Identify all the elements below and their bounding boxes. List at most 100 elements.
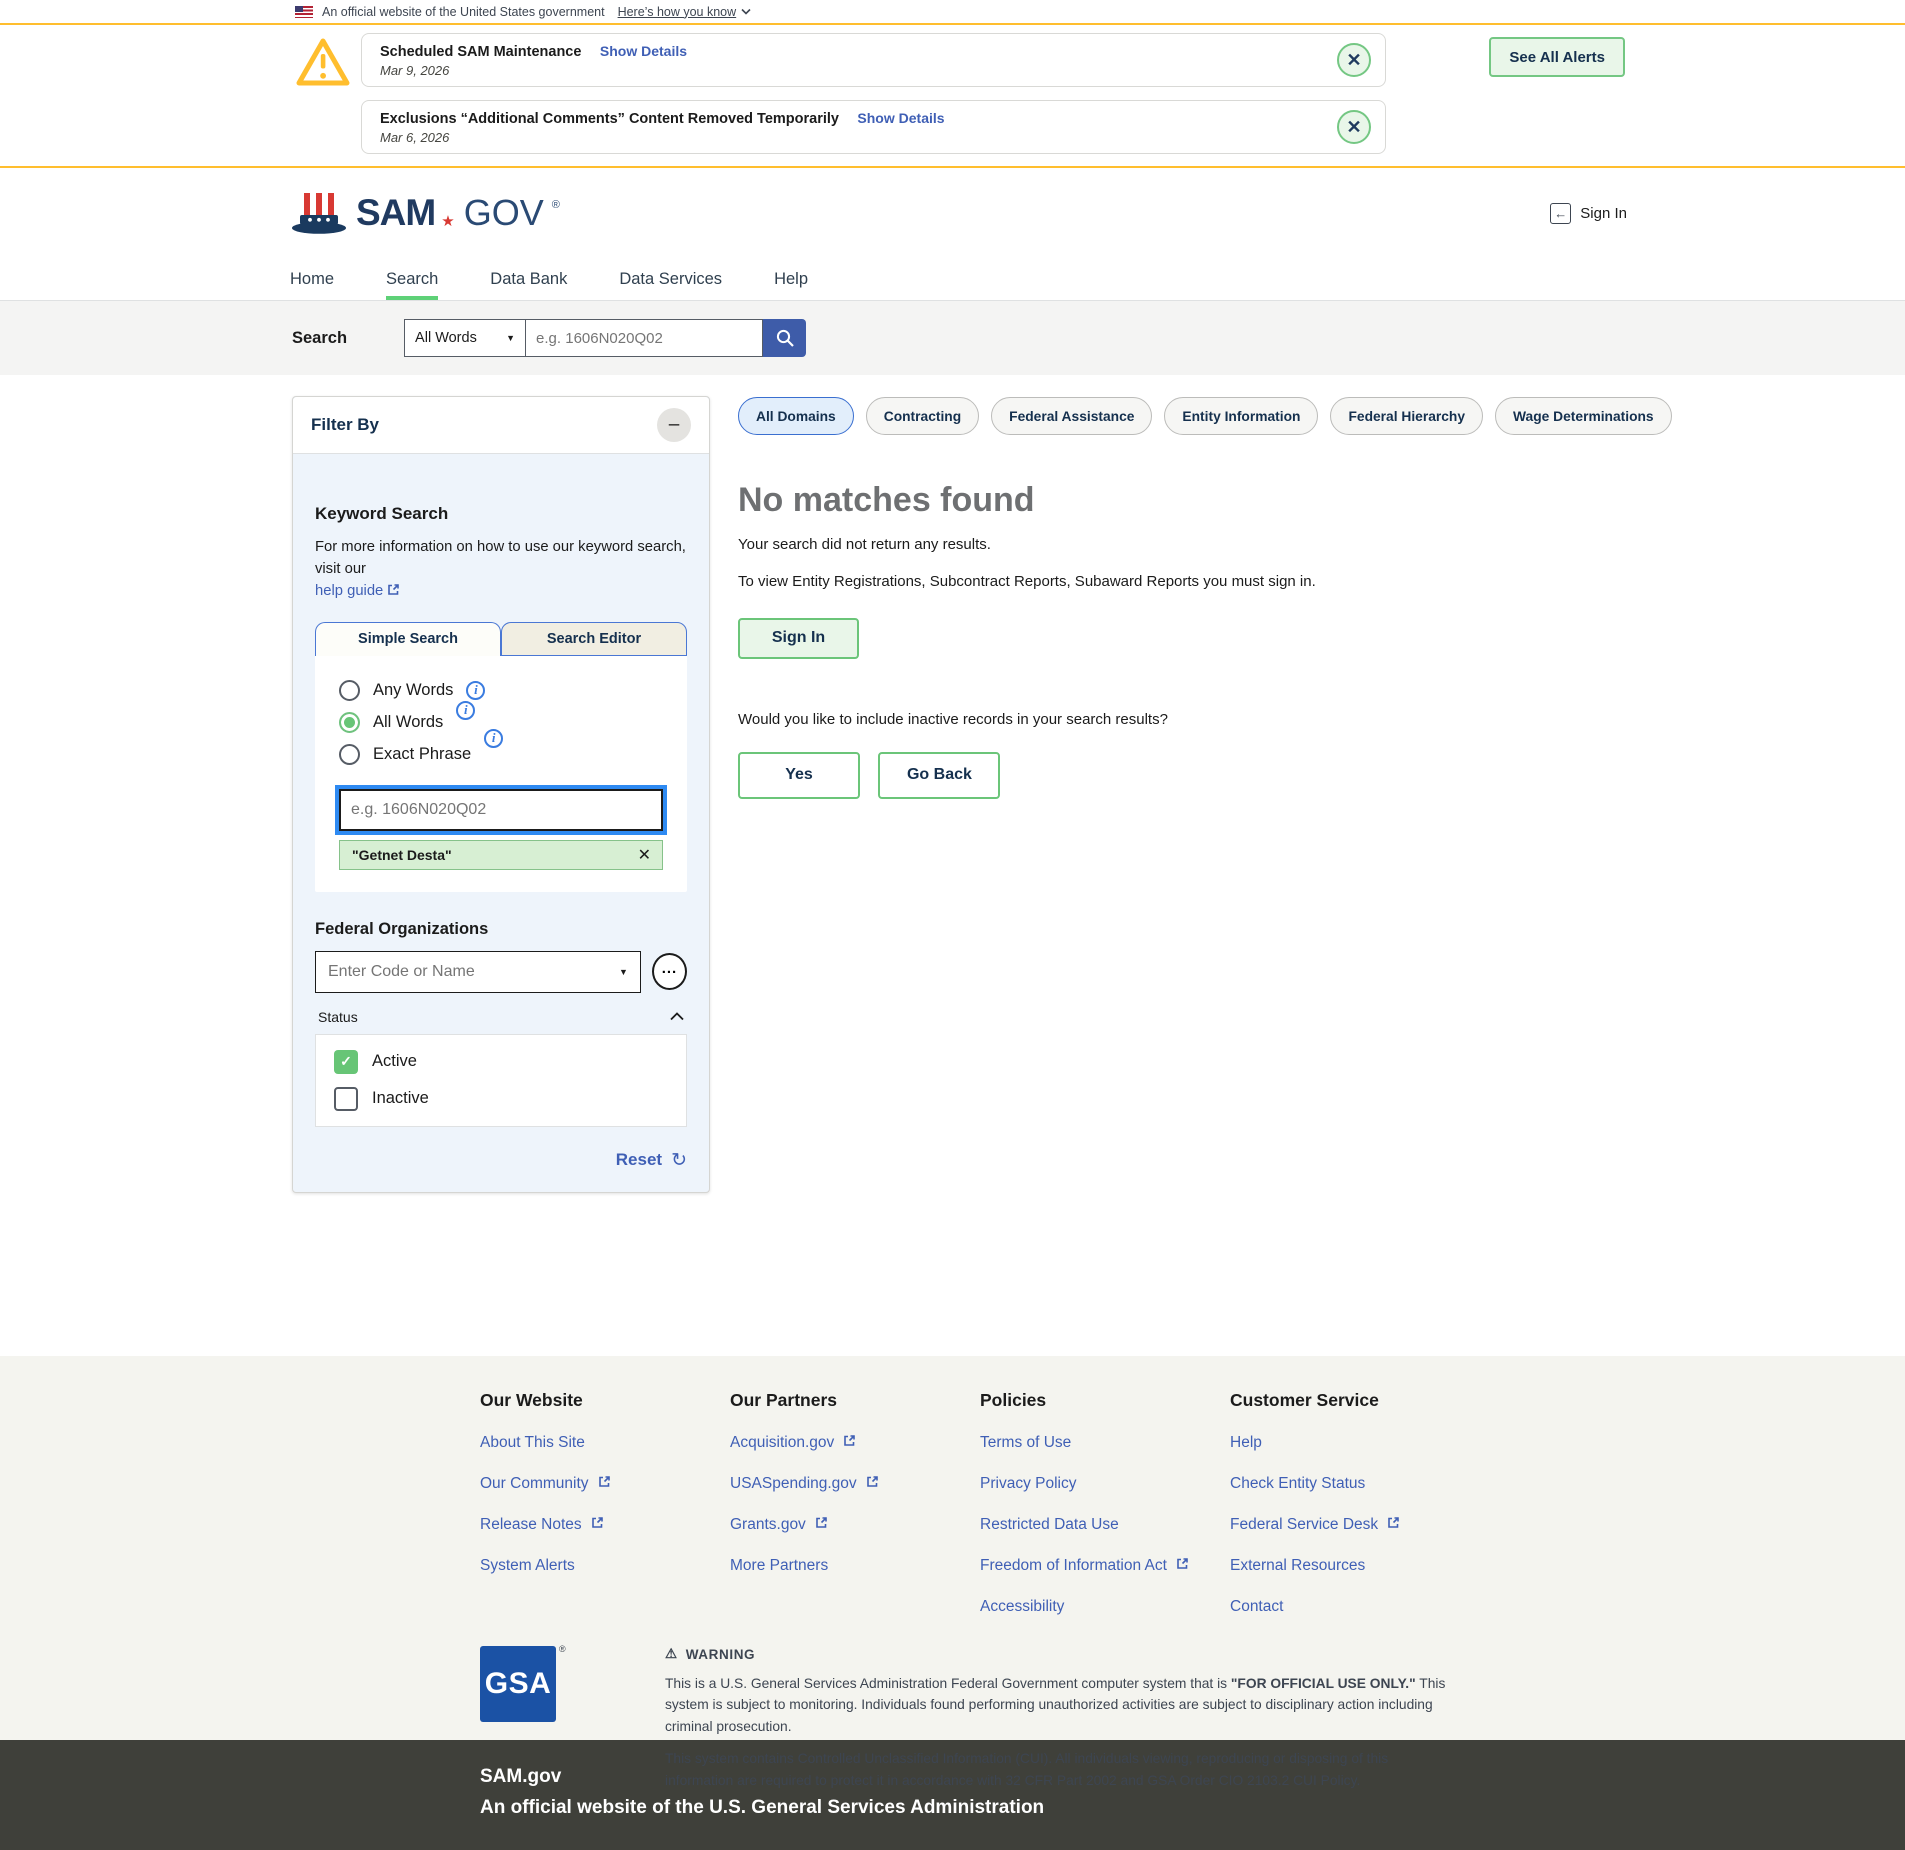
nav-item-data-services[interactable]: Data Services	[619, 258, 722, 300]
show-details-link[interactable]: Show Details	[857, 110, 944, 126]
go-back-button[interactable]: Go Back	[878, 752, 1000, 799]
alert-date: Mar 9, 2026	[380, 63, 1321, 78]
nav-item-help[interactable]: Help	[774, 258, 808, 300]
status-section-toggle[interactable]: Status	[318, 1009, 684, 1025]
search-submit-button[interactable]	[763, 319, 806, 357]
see-all-alerts-button[interactable]: See All Alerts	[1489, 37, 1625, 77]
footer-link-label: More Partners	[730, 1557, 828, 1575]
gov-banner-text: An official website of the United States…	[322, 5, 605, 19]
federal-orgs-more-button[interactable]: ...	[652, 953, 687, 990]
footer-link-accessibility[interactable]: Accessibility	[980, 1598, 1064, 1616]
info-icon[interactable]: i	[456, 701, 475, 720]
pill-federal-assistance[interactable]: Federal Assistance	[991, 397, 1152, 435]
pill-entity-information[interactable]: Entity Information	[1164, 397, 1318, 435]
main-nav: Home Search Data Bank Data Services Help	[0, 258, 1905, 301]
select-arrow-icon: ▼	[506, 333, 515, 343]
alert-close-button[interactable]: ✕	[1337, 43, 1371, 77]
info-icon[interactable]: i	[484, 729, 503, 748]
radio-exact-phrase[interactable]	[339, 744, 360, 765]
collapse-filters-button[interactable]: –	[657, 408, 691, 442]
footer-link-grants-gov[interactable]: Grants.gov	[730, 1516, 828, 1534]
footer-link-contact[interactable]: Contact	[1230, 1598, 1283, 1616]
footer-link-label: Check Entity Status	[1230, 1475, 1365, 1493]
heres-how-you-know-link[interactable]: Here’s how you know	[618, 5, 752, 19]
help-guide-link[interactable]: help guide	[315, 583, 400, 599]
footer-link-usaspending-gov[interactable]: USASpending.gov	[730, 1475, 879, 1493]
footer-heading: Our Website	[480, 1390, 730, 1411]
alert-list: Scheduled SAM Maintenance Show Details M…	[361, 33, 1386, 154]
footer-link-external-resources[interactable]: External Resources	[1230, 1557, 1365, 1575]
keyword-info-text: For more information on how to use our k…	[315, 539, 686, 577]
sign-in-button[interactable]: Sign In	[738, 618, 859, 659]
footer-link-system-alerts[interactable]: System Alerts	[480, 1557, 575, 1575]
footer-link-federal-service-desk[interactable]: Federal Service Desk	[1230, 1516, 1400, 1534]
footer-link-acquisition-gov[interactable]: Acquisition.gov	[730, 1434, 856, 1452]
keyword-input[interactable]	[339, 789, 663, 831]
nav-item-search[interactable]: Search	[386, 258, 438, 300]
footer-link-label: External Resources	[1230, 1557, 1365, 1575]
status-options: ✓ Active Inactive	[315, 1034, 687, 1127]
yes-button[interactable]: Yes	[738, 752, 860, 799]
footer-link-privacy-policy[interactable]: Privacy Policy	[980, 1475, 1076, 1493]
search-mode-select[interactable]: All Words ▼	[404, 319, 526, 357]
nav-item-home[interactable]: Home	[290, 258, 334, 300]
chevron-down-icon	[741, 8, 751, 15]
footer-link-foia[interactable]: Freedom of Information Act	[980, 1557, 1189, 1575]
pill-all-domains[interactable]: All Domains	[738, 397, 854, 435]
footer-link-more-partners[interactable]: More Partners	[730, 1557, 828, 1575]
footer-link-label: Privacy Policy	[980, 1475, 1076, 1493]
logo-registered-mark: ®	[552, 199, 560, 211]
footer-link-check-entity-status[interactable]: Check Entity Status	[1230, 1475, 1365, 1493]
footer-heading: Customer Service	[1230, 1390, 1480, 1411]
inactive-choice-buttons: Yes Go Back	[738, 752, 1672, 799]
keyword-search-heading: Keyword Search	[315, 504, 687, 524]
footer-link-restricted-data-use[interactable]: Restricted Data Use	[980, 1516, 1119, 1534]
show-details-link[interactable]: Show Details	[600, 43, 687, 59]
nav-item-data-bank[interactable]: Data Bank	[490, 258, 567, 300]
sign-in-link[interactable]: ← Sign In	[1550, 203, 1627, 224]
checkbox-inactive[interactable]	[334, 1087, 358, 1111]
footer-link-label: Grants.gov	[730, 1516, 806, 1534]
external-link-icon	[387, 581, 400, 603]
reset-icon: ↻	[671, 1149, 687, 1172]
pill-contracting[interactable]: Contracting	[866, 397, 979, 435]
footer-col-our-website: Our Website About This Site Our Communit…	[480, 1390, 730, 1616]
footer-link-terms-of-use[interactable]: Terms of Use	[980, 1434, 1071, 1452]
tab-simple-search[interactable]: Simple Search	[315, 622, 501, 656]
sign-in-notice-text: To view Entity Registrations, Subcontrac…	[738, 571, 1418, 594]
footer-link-about-this-site[interactable]: About This Site	[480, 1434, 585, 1452]
federal-orgs-select[interactable]: Enter Code or Name ▼	[315, 951, 641, 993]
sign-in-icon: ←	[1550, 203, 1571, 224]
footer-link-our-community[interactable]: Our Community	[480, 1475, 611, 1493]
external-link-icon	[815, 1516, 828, 1534]
alert-title: Exclusions “Additional Comments” Content…	[380, 111, 839, 127]
footer-link-label: Contact	[1230, 1598, 1283, 1616]
chip-remove-icon[interactable]: ✕	[638, 845, 651, 865]
heres-how-you-know-label: Here’s how you know	[618, 5, 737, 19]
help-guide-label: help guide	[315, 583, 383, 599]
tab-search-editor[interactable]: Search Editor	[501, 622, 687, 656]
status-label: Status	[318, 1009, 358, 1025]
pill-federal-hierarchy[interactable]: Federal Hierarchy	[1330, 397, 1483, 435]
logo-sam-text: SAM	[356, 192, 435, 234]
external-link-icon	[591, 1516, 604, 1534]
radio-any-words[interactable]	[339, 680, 360, 701]
warning-paragraph-1: This is a U.S. General Services Administ…	[665, 1673, 1451, 1737]
radio-all-words[interactable]	[339, 712, 360, 733]
footer-link-release-notes[interactable]: Release Notes	[480, 1516, 604, 1534]
warning-text-bold: "FOR OFFICIAL USE ONLY."	[1231, 1676, 1416, 1691]
search-band: Search All Words ▼	[0, 301, 1905, 375]
info-icon[interactable]: i	[466, 681, 485, 700]
search-icon	[775, 328, 795, 348]
global-search-input[interactable]	[526, 319, 763, 357]
checkbox-inactive-label: Inactive	[372, 1089, 429, 1108]
checkbox-active[interactable]: ✓	[334, 1050, 358, 1074]
footer-link-help[interactable]: Help	[1230, 1434, 1262, 1452]
sam-gov-logo[interactable]: SAM★GOV®	[290, 191, 560, 236]
alert-close-button[interactable]: ✕	[1337, 110, 1371, 144]
alert-card-exclusions: Exclusions “Additional Comments” Content…	[361, 100, 1386, 154]
footer-link-label: Restricted Data Use	[980, 1516, 1119, 1534]
reset-filters[interactable]: Reset ↻	[315, 1149, 687, 1172]
pill-wage-determinations[interactable]: Wage Determinations	[1495, 397, 1672, 435]
external-link-icon	[1176, 1557, 1189, 1575]
